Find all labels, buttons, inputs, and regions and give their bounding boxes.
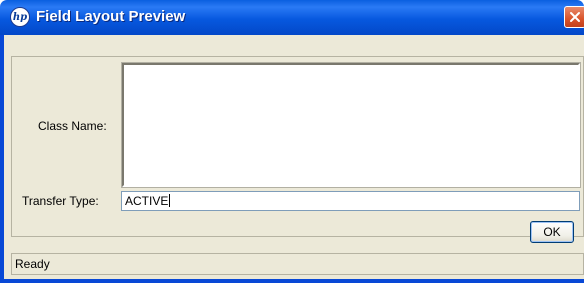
status-bar: Ready (11, 253, 584, 275)
text-caret (169, 194, 171, 207)
class-name-textarea[interactable] (121, 62, 581, 188)
field-layout-preview-window: hp Field Layout Preview Class Name: Tran… (0, 0, 584, 283)
close-button[interactable] (564, 6, 584, 28)
transfer-type-value: ACTIVE (125, 194, 169, 208)
ok-button[interactable]: OK (530, 221, 574, 243)
transfer-type-input[interactable]: ACTIVE (121, 191, 580, 211)
hp-logo-icon: hp (10, 7, 30, 27)
class-name-label: Class Name: (38, 119, 107, 133)
window-title: Field Layout Preview (36, 8, 186, 25)
close-icon (570, 12, 580, 22)
title-bar[interactable]: hp Field Layout Preview (0, 0, 584, 35)
transfer-type-label: Transfer Type: (22, 194, 99, 208)
